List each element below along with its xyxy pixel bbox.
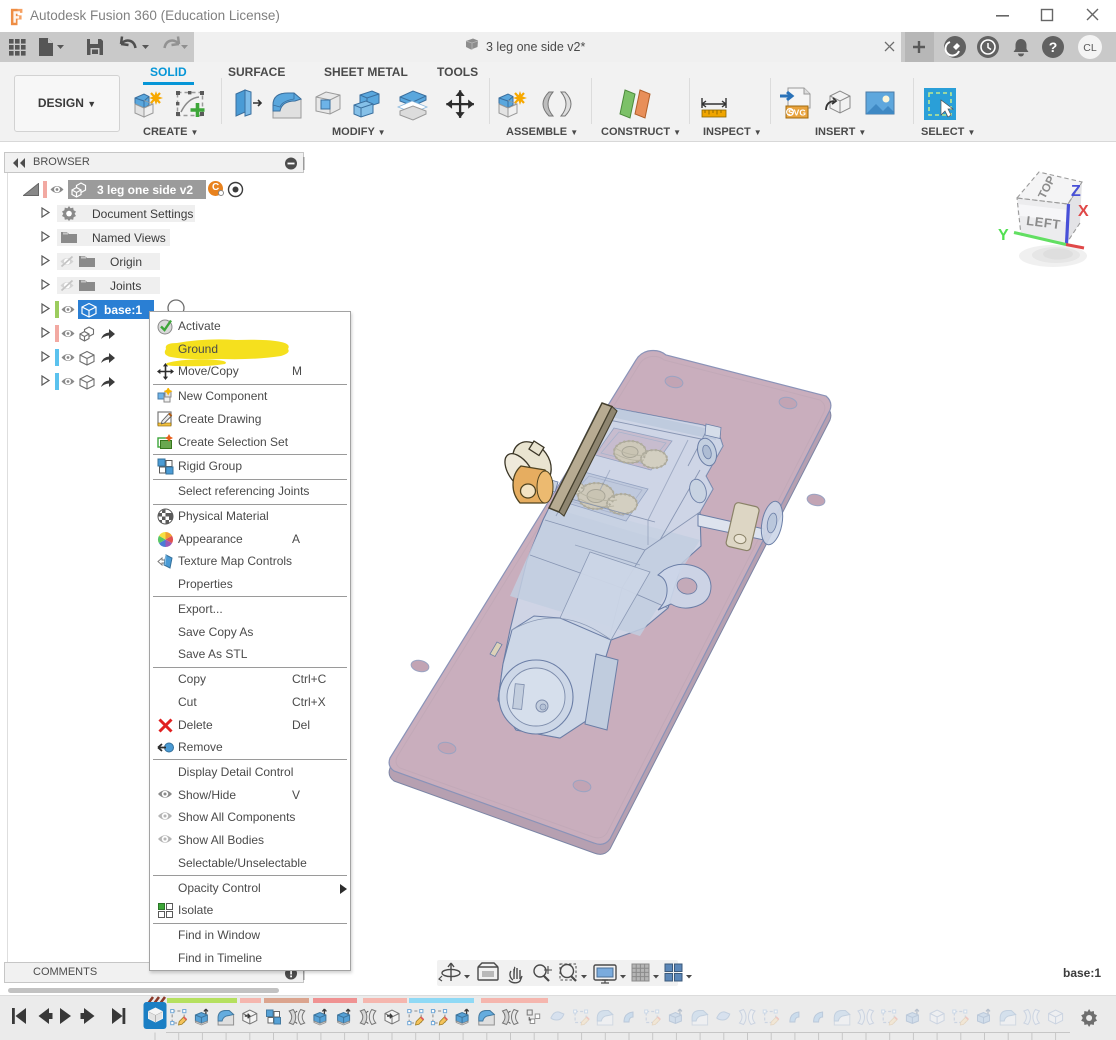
svg-text:Z: Z bbox=[1071, 183, 1081, 200]
svg-text:X: X bbox=[1078, 203, 1089, 220]
svg-text:3 leg one side v2*: 3 leg one side v2* bbox=[486, 40, 586, 54]
svg-text:Y: Y bbox=[998, 227, 1009, 244]
svg-text:CL: CL bbox=[1083, 42, 1097, 54]
svg-text:?: ? bbox=[1049, 39, 1058, 55]
